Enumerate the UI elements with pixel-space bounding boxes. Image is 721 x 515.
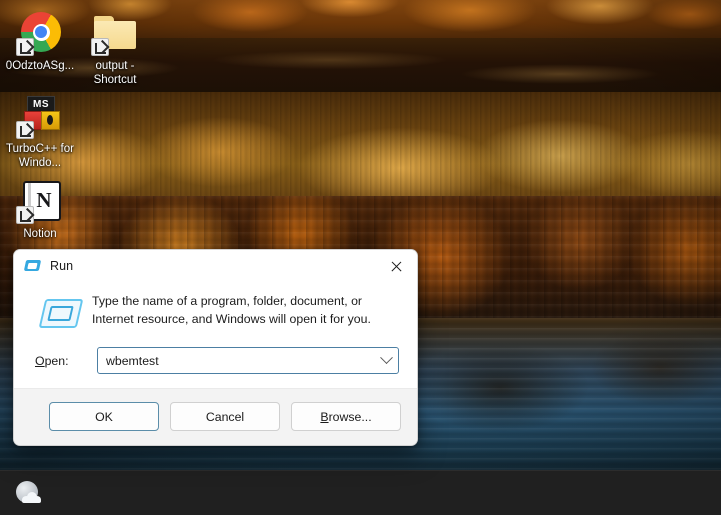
shortcut-overlay-icon — [16, 38, 34, 56]
dialog-footer: OK Cancel Browse... — [14, 388, 417, 445]
open-label-accel: O — [35, 353, 45, 368]
desktop-icon-turboc-shortcut[interactable]: MS TurboC++ for Windo... — [1, 93, 79, 170]
desktop-icon-label: TurboC++ for Windo... — [6, 143, 74, 169]
browse-button-label: rowse... — [328, 409, 372, 424]
browse-button[interactable]: Browse... — [291, 402, 401, 431]
close-icon — [390, 261, 401, 272]
desktop-icon-output-shortcut[interactable]: output - Shortcut — [76, 10, 154, 87]
desktop-icon-notion-shortcut[interactable]: N Notion — [1, 178, 79, 242]
ok-button[interactable]: OK — [49, 402, 159, 431]
cloud-icon — [22, 492, 41, 503]
open-input[interactable] — [98, 348, 374, 373]
dialog-description-row: Type the name of a program, folder, docu… — [32, 293, 399, 331]
desktop-icon-label: Notion — [23, 228, 57, 240]
open-field-row: Open: — [35, 347, 399, 374]
cancel-button-label: Cancel — [205, 409, 245, 424]
dialog-title: Run — [50, 259, 74, 273]
run-window-icon — [23, 259, 42, 273]
run-dialog: Run Type the name of a program, folder, … — [13, 249, 418, 446]
open-label: Open: — [35, 354, 97, 368]
shortcut-overlay-icon — [16, 121, 34, 139]
desktop-icon-chrome-shortcut[interactable]: 0OdztoASg... — [1, 10, 79, 74]
dialog-titlebar[interactable]: Run — [14, 250, 417, 282]
dialog-description-text: Type the name of a program, folder, docu… — [92, 294, 371, 326]
desktop-icon-label: output - Shortcut — [93, 60, 137, 86]
dialog-body: Type the name of a program, folder, docu… — [14, 282, 417, 388]
open-label-suffix: pen: — [44, 353, 69, 368]
msdos-icon: MS — [16, 93, 64, 141]
close-button[interactable] — [373, 250, 417, 282]
open-dropdown-button[interactable] — [374, 348, 398, 373]
folder-icon — [91, 10, 139, 58]
taskbar — [0, 470, 721, 515]
cancel-button[interactable]: Cancel — [170, 402, 280, 431]
browse-button-accel: B — [320, 409, 329, 424]
taskbar-weather-widget[interactable] — [14, 479, 44, 509]
open-combobox[interactable] — [97, 347, 399, 374]
ok-button-label: OK — [95, 409, 113, 424]
notion-icon: N — [16, 178, 64, 226]
desktop-icon-label: 0OdztoASg... — [5, 60, 75, 72]
run-window-icon — [38, 297, 84, 331]
chrome-icon — [16, 10, 64, 58]
shortcut-overlay-icon — [16, 206, 34, 224]
chevron-down-icon — [379, 351, 393, 365]
shortcut-overlay-icon — [91, 38, 109, 56]
desktop-screen: 0OdztoASg... output - Shortcut MS TurboC… — [0, 0, 721, 515]
